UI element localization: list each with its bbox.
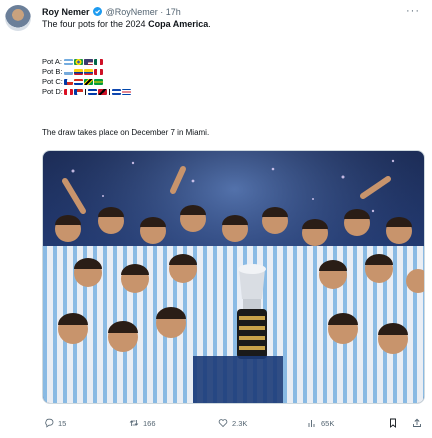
like-button[interactable]: 2.3K xyxy=(218,418,247,428)
flag-icon xyxy=(84,59,93,65)
retweet-count: 166 xyxy=(143,418,156,428)
draw-note: The draw takes place on December 7 in Mi… xyxy=(42,128,210,137)
author-handle[interactable]: @RoyNemer xyxy=(106,7,158,17)
pot-row: Pot D: xyxy=(42,87,131,97)
tweet-text-bold: Copa America xyxy=(148,19,209,29)
pot-label: Pot D: xyxy=(42,87,63,96)
flag-icon xyxy=(74,79,83,85)
flag-icon xyxy=(98,89,107,95)
pot-row: Pot C: xyxy=(42,77,131,87)
reply-count: 15 xyxy=(58,418,67,428)
flag-group xyxy=(64,69,103,75)
pot-label: Pot C: xyxy=(42,77,63,86)
photo-illustration xyxy=(43,151,424,403)
heart-icon xyxy=(218,419,228,428)
flag-icon xyxy=(84,69,93,75)
reply-button[interactable]: 15 xyxy=(44,418,66,428)
flag-icon xyxy=(74,59,83,65)
post-time[interactable]: 17h xyxy=(166,7,181,17)
action-bar: 15 166 2.3K 65K xyxy=(42,418,425,432)
flag-icon xyxy=(94,59,103,65)
pots-list: Pot A: Pot B: Pot C: Pot D: xyxy=(42,57,131,97)
verified-badge-icon xyxy=(93,7,103,16)
bookmark-button[interactable] xyxy=(388,418,398,428)
flag-icon xyxy=(94,69,103,75)
retweet-icon xyxy=(129,420,139,426)
flag-icon xyxy=(74,89,83,95)
flag-icon xyxy=(112,89,121,95)
flag-group xyxy=(64,79,103,85)
retweet-button[interactable]: 166 xyxy=(129,418,156,428)
flag-icon xyxy=(88,89,97,95)
flag-icon xyxy=(74,69,83,75)
separator xyxy=(109,89,110,95)
avatar[interactable] xyxy=(5,5,31,31)
tweet-text: The four pots for the 2024 Copa America. xyxy=(42,19,211,30)
share-icon xyxy=(413,418,421,427)
bookmark-icon xyxy=(390,418,396,428)
pot-label: Pot A: xyxy=(42,57,63,66)
flag-group xyxy=(64,89,131,95)
trophy-icon xyxy=(237,264,267,359)
separator-dot: · xyxy=(160,7,164,17)
flag-icon xyxy=(64,59,73,65)
share-button[interactable] xyxy=(412,418,422,428)
pot-row: Pot B: xyxy=(42,67,131,77)
pot-label: Pot B: xyxy=(42,67,63,76)
more-options-icon[interactable]: ··· xyxy=(406,5,420,17)
flag-icon xyxy=(64,69,73,75)
views-chart-icon xyxy=(308,420,315,427)
tweet-text-suffix: . xyxy=(208,19,211,29)
flag-icon xyxy=(64,89,73,95)
team-celebration-photo[interactable] xyxy=(42,150,425,404)
flag-icon xyxy=(84,79,93,85)
separator xyxy=(85,89,86,95)
pot-row: Pot A: xyxy=(42,57,131,67)
reply-icon xyxy=(45,418,54,428)
flag-icon xyxy=(94,79,103,85)
flag-group xyxy=(64,59,103,65)
tweet-header: Roy Nemer @RoyNemer · 17h xyxy=(42,7,181,18)
like-count: 2.3K xyxy=(232,418,248,428)
views-count: 65K xyxy=(321,418,335,428)
flag-icon xyxy=(122,89,131,95)
views-button[interactable]: 65K xyxy=(307,418,334,428)
tweet-text-prefix: The four pots for the 2024 xyxy=(42,19,149,29)
author-name[interactable]: Roy Nemer xyxy=(42,7,90,17)
flag-icon xyxy=(64,79,73,85)
